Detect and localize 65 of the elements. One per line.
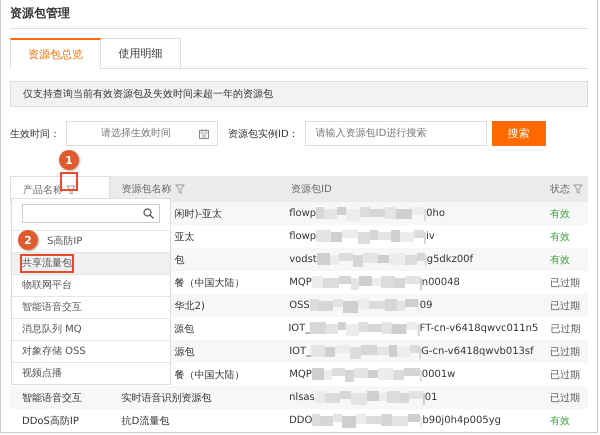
status-text: 已过期 — [550, 322, 580, 336]
status-text: 已过期 — [550, 276, 580, 290]
step-badge: 1 — [59, 150, 79, 170]
dropdown-item[interactable]: 消息队列 MQ — [12, 318, 170, 340]
search-icon — [143, 208, 154, 219]
filter-icon[interactable] — [174, 184, 185, 194]
table-cell-text: 闲时)-亚太 — [174, 208, 222, 220]
table-cell-text: 包 — [174, 254, 185, 266]
table-cell: flowp — [289, 231, 316, 242]
filter-icon[interactable] — [573, 184, 584, 194]
status-text: 有效 — [550, 254, 570, 266]
table-cell-text: 源包 — [174, 346, 195, 358]
input-field[interactable]: 请输入资源包ID进行搜索 — [304, 121, 487, 146]
table-cell-text: 源包 — [174, 322, 194, 336]
column-header: 资源包ID — [291, 183, 332, 196]
table-cell: vodst — [289, 254, 317, 265]
status-text: 有效 — [550, 230, 570, 244]
table-cell: DDO — [289, 415, 312, 426]
column-header: 资源包名称 — [122, 183, 172, 196]
table-cell: G-cn-v6418qwvb013sf — [421, 346, 534, 357]
dropdown-item[interactable]: 对象存储 OSS — [12, 340, 170, 362]
date-field[interactable]: 请选择生效时间 — [66, 121, 218, 146]
page-title: 资源包管理 — [10, 0, 588, 29]
table-cell: nlsas — [289, 392, 315, 403]
table-cell: IOT_ — [289, 346, 312, 357]
field-label: 资源包实例ID： — [228, 128, 299, 140]
table-cell: 0ho — [426, 208, 445, 219]
table-cell: FT-cn-v6418qwvc011n5 — [420, 323, 538, 334]
table-cell-text: 餐（中国大陆） — [174, 368, 245, 382]
status-text: 已过期 — [550, 392, 580, 404]
status-text: 有效 — [550, 414, 570, 428]
column-header: 状态 — [550, 182, 570, 196]
table-cell-text: 实时语音识别资源包 — [122, 392, 212, 404]
filter-icon[interactable] — [66, 184, 76, 194]
status-text: 已过期 — [550, 346, 580, 358]
table-cell: MQP — [289, 277, 312, 288]
table-cell-text: 抗D流量包 — [122, 414, 170, 428]
calendar-icon — [199, 129, 209, 139]
table-cell-text: 华北2) — [174, 300, 205, 312]
dropdown-item[interactable]: 视频点播 — [12, 362, 170, 384]
table-cell-text: 智能语音交互 — [22, 392, 82, 404]
table-cell: OSS — [289, 300, 310, 311]
table-cell: iv — [426, 231, 435, 242]
table-cell: 0001w — [422, 369, 456, 380]
status-text: 已过期 — [550, 368, 580, 382]
table-cell: g5dkz00f — [426, 254, 474, 265]
dropdown-item[interactable]: 物联网平台 — [12, 274, 170, 296]
status-text: 有效 — [550, 208, 570, 220]
table-cell: MQP — [289, 369, 312, 380]
table-cell-text: 餐（中国大陆） — [174, 276, 245, 290]
table-cell: flowp — [289, 208, 316, 219]
field-label: 生效时间： — [10, 128, 60, 140]
table-cell-text: 亚太 — [174, 230, 195, 244]
dropdown-item[interactable]: 共享流量包 — [12, 252, 170, 274]
table-cell: n00048 — [422, 277, 460, 288]
table-cell-text: DDoS高防IP — [22, 414, 79, 428]
notice-text: 仅支持查询当前有效资源包及失效时间未超一年的资源包 — [10, 81, 588, 107]
search-field[interactable] — [22, 204, 160, 223]
dropdown-item[interactable]: 智能语音交互 — [12, 296, 170, 318]
tab[interactable]: 使用明细 — [101, 38, 181, 68]
table-cell: 09 — [420, 300, 433, 311]
table-cell: IOT_ — [288, 323, 310, 334]
table-cell: 01 — [424, 392, 438, 403]
status-text: 已过期 — [550, 300, 580, 312]
table-cell: b90j0h4p005yg — [422, 415, 501, 426]
